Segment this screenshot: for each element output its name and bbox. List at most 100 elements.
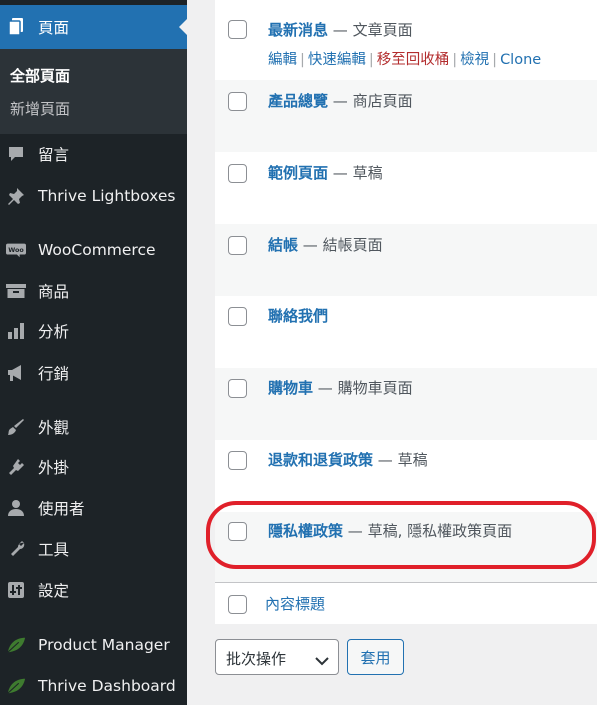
page-title-link[interactable]: 隱私權政策: [268, 522, 343, 540]
page-state: — 文章頁面: [332, 21, 413, 39]
megaphone-icon: [6, 363, 26, 383]
bulk-actions-value: 批次操作: [226, 650, 287, 668]
sidebar-item-label: 留言: [38, 146, 70, 164]
page-title-link[interactable]: 購物車: [268, 379, 313, 397]
pin-icon: [6, 186, 26, 206]
user-icon: [6, 498, 26, 518]
sidebar-item-products[interactable]: 商品: [0, 273, 187, 309]
sidebar-item-label: 使用者: [38, 500, 85, 518]
page-state: — 草稿: [377, 451, 428, 469]
sidebar-item-label: 外觀: [38, 419, 70, 437]
table-row: 最新消息 — 文章頁面 編輯 | 快速編輯 | 移至回收桶 | 檢視 | Clone: [215, 0, 597, 80]
sidebar-item-appearance[interactable]: 外觀: [0, 409, 187, 445]
page-state: — 草稿: [332, 164, 383, 182]
row-checkbox[interactable]: [228, 92, 247, 111]
row-checkbox[interactable]: [228, 451, 247, 470]
sidebar-item-label: Product Manager: [38, 636, 170, 654]
row-title-line: 購物車 — 購物車頁面: [268, 377, 413, 398]
svg-text:Woo: Woo: [8, 247, 24, 254]
row-title-line: 聯絡我們: [268, 305, 328, 326]
bulk-actions-select[interactable]: 批次操作: [215, 639, 339, 675]
sidebar-item-plugins[interactable]: 外掛: [0, 449, 187, 485]
submenu-add-page[interactable]: 新增頁面: [10, 98, 70, 119]
table-row: 聯絡我們: [215, 296, 597, 368]
apply-button[interactable]: 套用: [347, 639, 404, 675]
sidebar-item-label: 行銷: [38, 365, 70, 383]
wrench-icon: [6, 539, 26, 559]
edit-link[interactable]: 編輯: [268, 52, 297, 68]
clone-link[interactable]: Clone: [500, 52, 541, 68]
woocommerce-icon: Woo: [6, 240, 26, 260]
separator: |: [368, 52, 374, 68]
page-title-link[interactable]: 退款和退貨政策: [268, 451, 373, 469]
page-title-link[interactable]: 產品總覽: [268, 92, 328, 110]
row-title-line: 結帳 — 結帳頁面: [268, 234, 383, 255]
table-row: 範例頁面 — 草稿: [215, 152, 597, 224]
row-title-line: 最新消息 — 文章頁面: [268, 19, 413, 40]
chevron-down-icon: [315, 651, 329, 670]
page-title-link[interactable]: 最新消息: [268, 21, 328, 39]
table-footer: 內容標題: [215, 582, 597, 624]
sidebar-item-analytics[interactable]: 分析: [0, 313, 187, 349]
sidebar-item-woocommerce[interactable]: Woo WooCommerce: [0, 232, 187, 268]
sidebar-item-label: 分析: [38, 323, 70, 341]
sidebar-item-label: 外掛: [38, 459, 70, 477]
row-checkbox[interactable]: [228, 307, 247, 326]
comments-icon: [6, 144, 26, 164]
separator: |: [452, 52, 458, 68]
sidebar-item-marketing[interactable]: 行銷: [0, 355, 187, 391]
sidebar-item-settings[interactable]: 設定: [0, 572, 187, 608]
sidebar-item-pages-label: 頁面: [38, 19, 70, 37]
page-title-link[interactable]: 結帳: [268, 236, 298, 254]
page-title-link[interactable]: 聯絡我們: [268, 307, 328, 325]
sidebar-item-pages[interactable]: 頁面: [0, 5, 187, 49]
row-checkbox[interactable]: [228, 20, 247, 39]
row-checkbox[interactable]: [228, 522, 247, 541]
page-state: — 商店頁面: [332, 92, 413, 110]
page-title-link[interactable]: 範例頁面: [268, 164, 328, 182]
quick-edit-link[interactable]: 快速編輯: [308, 52, 366, 68]
table-row: 購物車 — 購物車頁面: [215, 368, 597, 440]
settings-sliders-icon: [6, 580, 26, 600]
row-checkbox[interactable]: [228, 379, 247, 398]
page-state: — 草稿, 隱私權政策頁面: [347, 522, 513, 540]
row-actions: 編輯 | 快速編輯 | 移至回收桶 | 檢視 | Clone: [268, 48, 541, 69]
sidebar-item-label: 工具: [38, 541, 70, 559]
table-row: 產品總覽 — 商店頁面: [215, 80, 597, 152]
sidebar-item-thrive-dashboard[interactable]: Thrive Dashboard: [0, 668, 187, 704]
pages-submenu: 全部頁面 新增頁面: [0, 49, 187, 134]
row-checkbox[interactable]: [228, 236, 247, 255]
table-row: 隱私權政策 — 草稿, 隱私權政策頁面: [215, 512, 597, 582]
leaf-icon: [6, 635, 26, 655]
row-title-line: 隱私權政策 — 草稿, 隱私權政策頁面: [268, 520, 512, 541]
row-checkbox[interactable]: [228, 164, 247, 183]
view-link[interactable]: 檢視: [460, 52, 489, 68]
sidebar-item-tools[interactable]: 工具: [0, 531, 187, 567]
paintbrush-icon: [6, 417, 26, 437]
submenu-all-pages[interactable]: 全部頁面: [10, 65, 70, 86]
page-state: — 結帳頁面: [302, 236, 383, 254]
sidebar-item-thrive-lightboxes[interactable]: Thrive Lightboxes: [0, 178, 187, 214]
select-all-checkbox[interactable]: [228, 595, 247, 614]
separator: |: [492, 52, 498, 68]
table-row: 結帳 — 結帳頁面: [215, 224, 597, 296]
row-title-line: 範例頁面 — 草稿: [268, 162, 383, 183]
sidebar-item-label: Thrive Lightboxes: [38, 187, 176, 205]
pages-icon: [6, 17, 26, 37]
archive-box-icon: [6, 281, 26, 301]
sidebar-item-label: WooCommerce: [38, 241, 156, 259]
row-title-line: 產品總覽 — 商店頁面: [268, 90, 413, 111]
admin-sidebar: 頁面 全部頁面 新增頁面 留言 Thrive Lightboxes Woo Wo…: [0, 0, 187, 705]
sidebar-item-users[interactable]: 使用者: [0, 490, 187, 526]
sidebar-item-product-manager[interactable]: Product Manager: [0, 627, 187, 663]
sidebar-item-label: 商品: [38, 283, 70, 301]
separator: |: [300, 52, 305, 68]
plug-icon: [6, 457, 26, 477]
sidebar-item-comments[interactable]: 留言: [0, 136, 187, 172]
column-title-header[interactable]: 內容標題: [265, 593, 325, 614]
trash-link[interactable]: 移至回收桶: [377, 52, 450, 68]
sidebar-item-label: 設定: [38, 582, 70, 600]
leaf-icon: [6, 676, 26, 696]
sidebar-item-label: Thrive Dashboard: [38, 677, 176, 695]
bar-chart-icon: [6, 321, 26, 341]
